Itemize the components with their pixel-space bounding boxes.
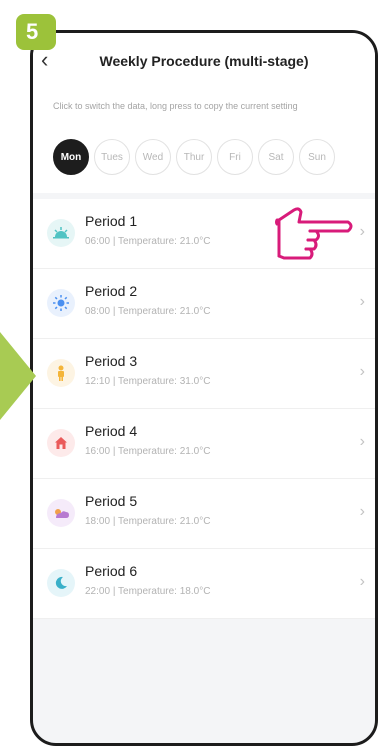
sun-icon bbox=[47, 289, 75, 317]
period-row-4[interactable]: Period 4 16:00 | Temperature: 21.0°C › bbox=[33, 409, 375, 479]
period-detail: 16:00 | Temperature: 21.0°C bbox=[85, 446, 211, 457]
step-number-badge: 5 bbox=[16, 14, 56, 50]
home-icon bbox=[47, 429, 75, 457]
chevron-right-icon: › bbox=[359, 573, 365, 590]
period-row-3[interactable]: Period 3 12:10 | Temperature: 31.0°C › bbox=[33, 339, 375, 409]
moon-icon bbox=[47, 569, 75, 597]
sunrise-icon bbox=[47, 219, 75, 247]
day-tues[interactable]: Tues bbox=[94, 139, 130, 175]
period-detail: 12:10 | Temperature: 31.0°C bbox=[85, 376, 211, 387]
day-fri[interactable]: Fri bbox=[217, 139, 253, 175]
sunset-icon bbox=[47, 499, 75, 527]
page-title: Weekly Procedure (multi-stage) bbox=[99, 53, 309, 69]
hint-text: Click to switch the data, long press to … bbox=[53, 101, 298, 111]
period-title: Period 4 bbox=[85, 423, 138, 439]
pointing-hand-icon bbox=[244, 206, 356, 273]
period-detail: 22:00 | Temperature: 18.0°C bbox=[85, 586, 211, 597]
day-selector: Mon Tues Wed Thur Fri Sat Sun bbox=[53, 139, 335, 175]
pointer-arrow-decoration bbox=[0, 332, 36, 420]
period-row-5[interactable]: Period 5 18:00 | Temperature: 21.0°C › bbox=[33, 479, 375, 549]
day-sat[interactable]: Sat bbox=[258, 139, 294, 175]
chevron-right-icon: › bbox=[359, 363, 365, 380]
header: ‹ Weekly Procedure (multi-stage) Click t… bbox=[33, 33, 375, 193]
period-title: Period 6 bbox=[85, 563, 138, 579]
day-wed[interactable]: Wed bbox=[135, 139, 171, 175]
chevron-right-icon: › bbox=[359, 223, 365, 240]
day-mon[interactable]: Mon bbox=[53, 139, 89, 175]
day-sun[interactable]: Sun bbox=[299, 139, 335, 175]
period-detail: 08:00 | Temperature: 21.0°C bbox=[85, 306, 211, 317]
period-title: Period 2 bbox=[85, 283, 138, 299]
chevron-right-icon: › bbox=[359, 503, 365, 520]
period-title: Period 5 bbox=[85, 493, 138, 509]
period-title: Period 3 bbox=[85, 353, 138, 369]
period-title: Period 1 bbox=[85, 213, 138, 229]
period-detail: 18:00 | Temperature: 21.0°C bbox=[85, 516, 211, 527]
chevron-right-icon: › bbox=[359, 433, 365, 450]
person-icon bbox=[47, 359, 75, 387]
phone-frame: ‹ Weekly Procedure (multi-stage) Click t… bbox=[30, 30, 378, 746]
period-detail: 06:00 | Temperature: 21.0°C bbox=[85, 236, 211, 247]
chevron-right-icon: › bbox=[359, 293, 365, 310]
period-row-6[interactable]: Period 6 22:00 | Temperature: 18.0°C › bbox=[33, 549, 375, 619]
period-row-2[interactable]: Period 2 08:00 | Temperature: 21.0°C › bbox=[33, 269, 375, 339]
day-thur[interactable]: Thur bbox=[176, 139, 212, 175]
